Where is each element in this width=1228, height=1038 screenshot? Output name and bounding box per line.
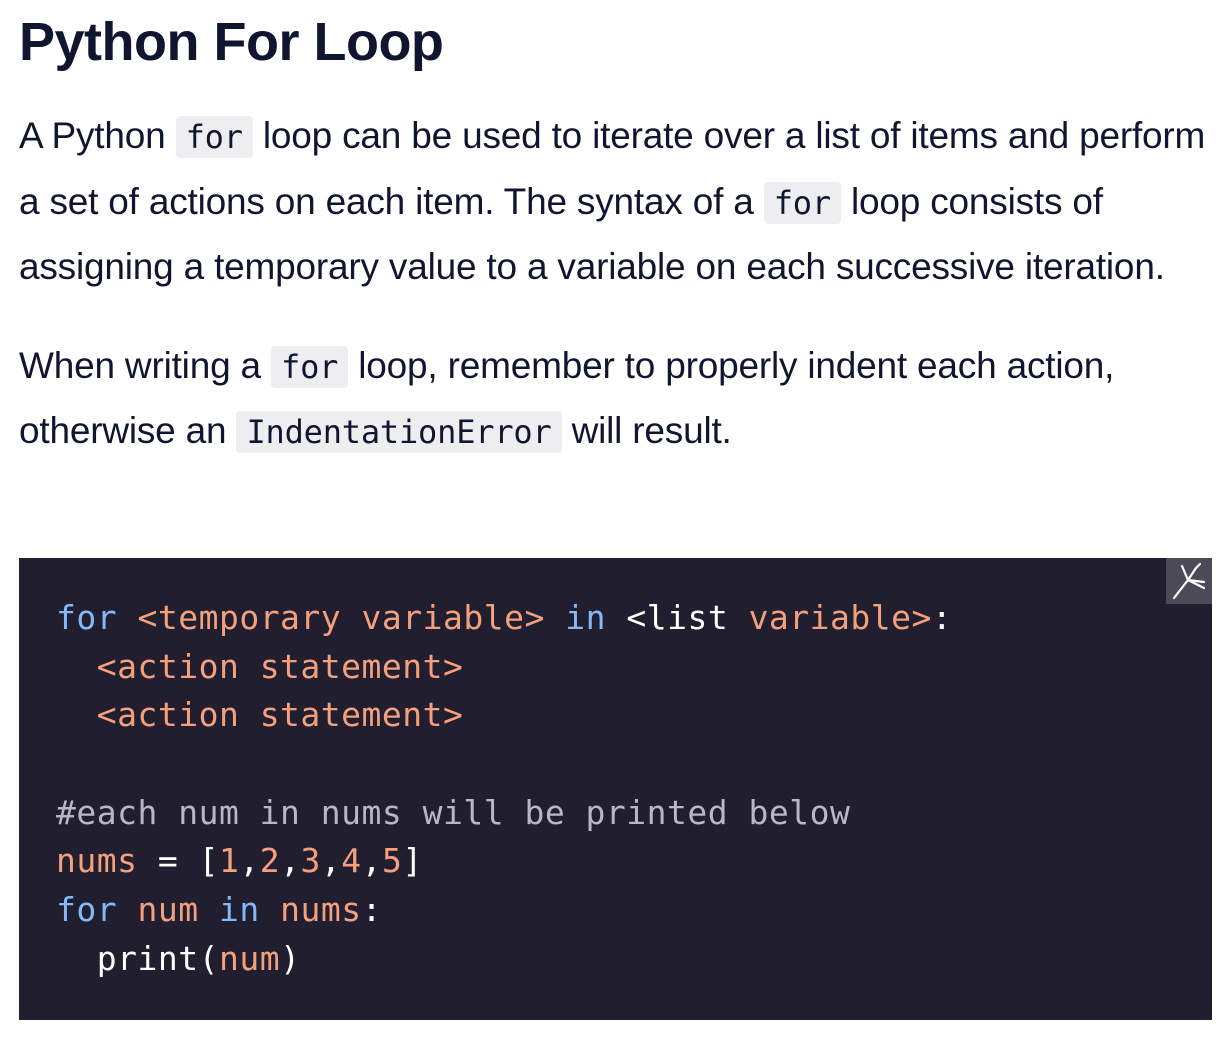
code-token-var: <temporary variable> bbox=[137, 598, 545, 637]
code-token-var: nums bbox=[280, 890, 362, 930]
codecademy-logo-icon-svg bbox=[1172, 562, 1206, 600]
inline-code-for: for bbox=[763, 181, 841, 224]
code-token-plain: , bbox=[320, 841, 342, 881]
code-token-plain: , bbox=[239, 841, 260, 881]
code-line: for num in nums: bbox=[56, 886, 1212, 935]
code-token-var: num bbox=[218, 938, 281, 978]
code-line: print(num) bbox=[56, 935, 1212, 984]
codecademy-logo-icon bbox=[1166, 558, 1212, 604]
code-token-plain: : bbox=[361, 890, 382, 930]
paragraph-text: When writing a bbox=[19, 344, 271, 386]
intro-paragraph: A Python for loop can be used to iterate… bbox=[19, 104, 1213, 300]
code-block[interactable]: for <temporary variable> in <list variab… bbox=[19, 558, 1212, 1020]
code-token-plain: ] bbox=[402, 841, 423, 881]
inline-code-for: for bbox=[271, 345, 349, 388]
code-token-number: 1 bbox=[218, 841, 240, 881]
code-token-var: <action statement> bbox=[96, 646, 464, 686]
code-token-keyword: in bbox=[218, 890, 260, 930]
code-lines: for <temporary variable> in <list variab… bbox=[56, 594, 1212, 984]
code-token-number: 3 bbox=[300, 841, 321, 881]
code-line: nums = [1,2,3,4,5] bbox=[56, 837, 1212, 886]
code-token-var: nums bbox=[56, 841, 138, 881]
code-token-plain: ) bbox=[280, 938, 301, 978]
code-token-plain: = [ bbox=[137, 841, 219, 881]
paragraph-text: A Python bbox=[19, 115, 176, 156]
code-token-var: variable> bbox=[748, 598, 932, 637]
code-token-plain: : bbox=[931, 598, 953, 637]
code-token-number: 2 bbox=[259, 841, 281, 881]
code-token-number: 4 bbox=[341, 841, 362, 881]
code-token-plain: , bbox=[361, 841, 382, 881]
page-title: Python For Loop bbox=[19, 12, 444, 72]
inline-code-for: for bbox=[175, 116, 253, 158]
code-line: #each num in nums will be printed below bbox=[56, 789, 1212, 838]
code-token-number: 5 bbox=[381, 841, 403, 881]
code-token-keyword: for bbox=[56, 890, 118, 930]
code-token-var: <action statement> bbox=[96, 695, 464, 735]
article: Python For Loop A Python for loop can be… bbox=[19, 0, 1213, 465]
paragraph-text: will result. bbox=[561, 410, 732, 451]
code-line: for <temporary variable> in <list variab… bbox=[56, 594, 1212, 643]
code-token-plain: <list bbox=[626, 598, 729, 637]
code-token-plain: print( bbox=[56, 938, 219, 978]
code-token-comment: #each num in nums will be printed below bbox=[56, 792, 851, 832]
inline-code-indentation-error: IndentationError bbox=[236, 411, 562, 453]
code-token-var: num bbox=[137, 890, 199, 930]
code-line: <action statement> bbox=[56, 643, 1212, 692]
code-token-keyword: in bbox=[565, 598, 606, 637]
code-token-keyword: for bbox=[56, 598, 118, 637]
code-token-plain: , bbox=[280, 841, 301, 881]
code-line: <action statement> bbox=[56, 691, 1212, 740]
indentation-paragraph: When writing a for loop, remember to pro… bbox=[19, 334, 1213, 465]
